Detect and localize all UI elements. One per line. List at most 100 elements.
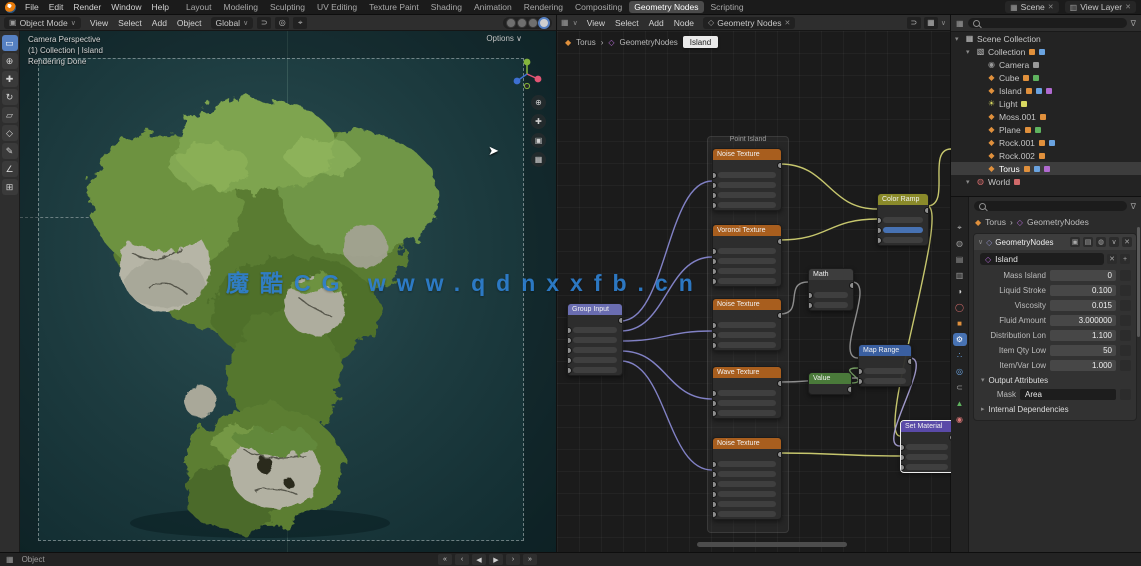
node-value-slider[interactable] — [814, 292, 848, 298]
param-field-item-qty-low[interactable]: 50 — [1050, 345, 1116, 356]
editor-type-icon[interactable]: ▦ — [6, 555, 14, 564]
outliner-row-collection[interactable]: ▾ ▧ Collection — [951, 45, 1141, 58]
toggle-perspective-icon[interactable]: ▦ — [531, 152, 546, 167]
tool-scale[interactable]: ▱ — [1, 107, 18, 123]
previous-keyframe-button[interactable]: ‹ — [455, 554, 469, 565]
outliner-row-cube[interactable]: ◆ Cube — [951, 71, 1141, 84]
node-map-range[interactable]: Map Range — [858, 344, 912, 387]
play-reverse-button[interactable]: ◀ — [472, 554, 486, 565]
close-icon[interactable]: ✕ — [1048, 3, 1054, 11]
param-field-fluid-amount[interactable]: 3.000000 — [1050, 315, 1116, 326]
input-socket[interactable] — [713, 511, 717, 518]
node-voronoi-texture[interactable]: Voronoi Texture — [712, 224, 782, 287]
input-socket[interactable] — [713, 501, 717, 508]
tool-annotate[interactable]: ✎ — [1, 143, 18, 159]
node-value-slider[interactable] — [906, 444, 948, 450]
properties-tab-modifiers[interactable]: ⚙ — [952, 333, 967, 346]
node-menu-select[interactable]: Select — [610, 18, 644, 28]
input-socket[interactable] — [901, 464, 905, 471]
output-socket[interactable] — [849, 282, 853, 289]
menu-help[interactable]: Help — [146, 2, 173, 12]
node-menu-add[interactable]: Add — [644, 18, 669, 28]
outliner-row-rock-001[interactable]: ◆ Rock.001 — [951, 136, 1141, 149]
modifier-edit-mode-toggle[interactable]: ▣ — [1070, 237, 1080, 247]
workspace-tab-shading[interactable]: Shading — [426, 1, 467, 13]
node-value-slider[interactable] — [718, 322, 776, 328]
properties-tab-physics[interactable]: ◎ — [953, 365, 967, 378]
properties-tab-material[interactable]: ◉ — [953, 413, 967, 426]
input-socket[interactable] — [713, 322, 717, 329]
outliner-row-scene-collection[interactable]: ▾ ▦ Scene Collection — [951, 32, 1141, 45]
workspace-tab-layout[interactable]: Layout — [181, 1, 217, 13]
attribute-toggle-icon[interactable] — [1120, 270, 1131, 281]
mask-value-field[interactable]: Area — [1020, 389, 1116, 400]
breadcrumb-tree[interactable]: GeometryNodes — [620, 38, 678, 47]
input-socket[interactable] — [713, 342, 717, 349]
filter-icon[interactable]: ∇ — [1131, 19, 1136, 28]
outliner-row-island[interactable]: ◆ Island — [951, 84, 1141, 97]
properties-tab-tool[interactable]: ⌖ — [953, 221, 967, 234]
input-socket[interactable] — [809, 302, 813, 309]
node-noise-texture-2[interactable]: Noise Texture — [712, 298, 782, 351]
menu-edit[interactable]: Edit — [44, 2, 69, 12]
node-value-slider[interactable] — [718, 461, 776, 467]
camera-view-icon[interactable]: ▣ — [531, 133, 546, 148]
transform-pivot-icon[interactable]: ⌖ — [293, 16, 308, 29]
node-value-slider[interactable] — [883, 237, 923, 243]
attribute-toggle-icon[interactable] — [1120, 330, 1131, 341]
attribute-toggle-icon[interactable] — [1120, 285, 1131, 296]
node-value-slider[interactable] — [718, 192, 776, 198]
output-socket[interactable] — [777, 312, 781, 319]
viewport-menu-select[interactable]: Select — [113, 18, 147, 28]
input-socket[interactable] — [713, 258, 717, 265]
workspace-tab-rendering[interactable]: Rendering — [519, 1, 568, 13]
param-field-distribution-lon[interactable]: 1.100 — [1050, 330, 1116, 341]
shading-wireframe-icon[interactable] — [506, 17, 516, 28]
orientation-dropdown[interactable]: Global ∨ — [210, 16, 254, 29]
node-value-slider[interactable] — [906, 454, 948, 460]
attribute-toggle-icon[interactable] — [1120, 300, 1131, 311]
output-socket[interactable] — [847, 386, 851, 393]
output-attributes-section[interactable]: ▾ Output Attributes — [974, 373, 1136, 387]
tool-select-box[interactable]: ▭ — [1, 35, 18, 51]
input-socket[interactable] — [568, 337, 572, 344]
properties-tab-render[interactable]: ◍ — [953, 237, 967, 250]
node-value-slider[interactable] — [864, 368, 906, 374]
input-socket[interactable] — [878, 217, 882, 224]
output-socket[interactable] — [777, 238, 781, 245]
input-socket[interactable] — [713, 268, 717, 275]
workspace-tab-scripting[interactable]: Scripting — [706, 1, 749, 13]
input-socket[interactable] — [568, 367, 572, 374]
input-socket[interactable] — [713, 248, 717, 255]
chevron-down-icon[interactable]: ∨ — [978, 238, 983, 246]
node-value-slider[interactable] — [864, 378, 906, 384]
outliner-search-input[interactable] — [967, 18, 1127, 28]
node-value-slider[interactable] — [883, 227, 923, 233]
blender-logo-icon[interactable] — [5, 1, 16, 13]
options-dropdown[interactable]: Options ∨ — [486, 34, 522, 43]
modifier-close-icon[interactable]: ✕ — [1122, 237, 1132, 247]
view-layer-selector[interactable]: ▥ View Layer ✕ — [1064, 1, 1136, 13]
tool-rotate[interactable]: ↻ — [1, 89, 18, 105]
node-value-slider[interactable] — [718, 278, 776, 284]
jump-to-start-button[interactable]: « — [438, 554, 452, 565]
output-socket[interactable] — [949, 434, 951, 441]
output-socket[interactable] — [924, 207, 928, 214]
node-color-ramp[interactable]: Color Ramp — [877, 193, 929, 246]
attribute-toggle-icon[interactable] — [1120, 389, 1131, 400]
node-noise-texture-1[interactable]: Noise Texture — [712, 148, 782, 211]
output-socket[interactable] — [907, 358, 911, 365]
workspace-tab-texture-paint[interactable]: Texture Paint — [364, 1, 424, 13]
param-field-viscosity[interactable]: 0.015 — [1050, 300, 1116, 311]
input-socket[interactable] — [878, 237, 882, 244]
node-value-slider[interactable] — [718, 172, 776, 178]
node-value-slider[interactable] — [718, 471, 776, 477]
properties-scrollbar[interactable] — [1137, 227, 1140, 337]
properties-tab-view-layer[interactable]: ▥ — [953, 269, 967, 282]
input-socket[interactable] — [713, 400, 717, 407]
node-wave-texture[interactable]: Wave Texture — [712, 366, 782, 419]
node-group-input[interactable]: Group Input — [567, 303, 623, 376]
node-value-slider[interactable] — [718, 501, 776, 507]
output-socket[interactable] — [777, 380, 781, 387]
input-socket[interactable] — [901, 454, 905, 461]
